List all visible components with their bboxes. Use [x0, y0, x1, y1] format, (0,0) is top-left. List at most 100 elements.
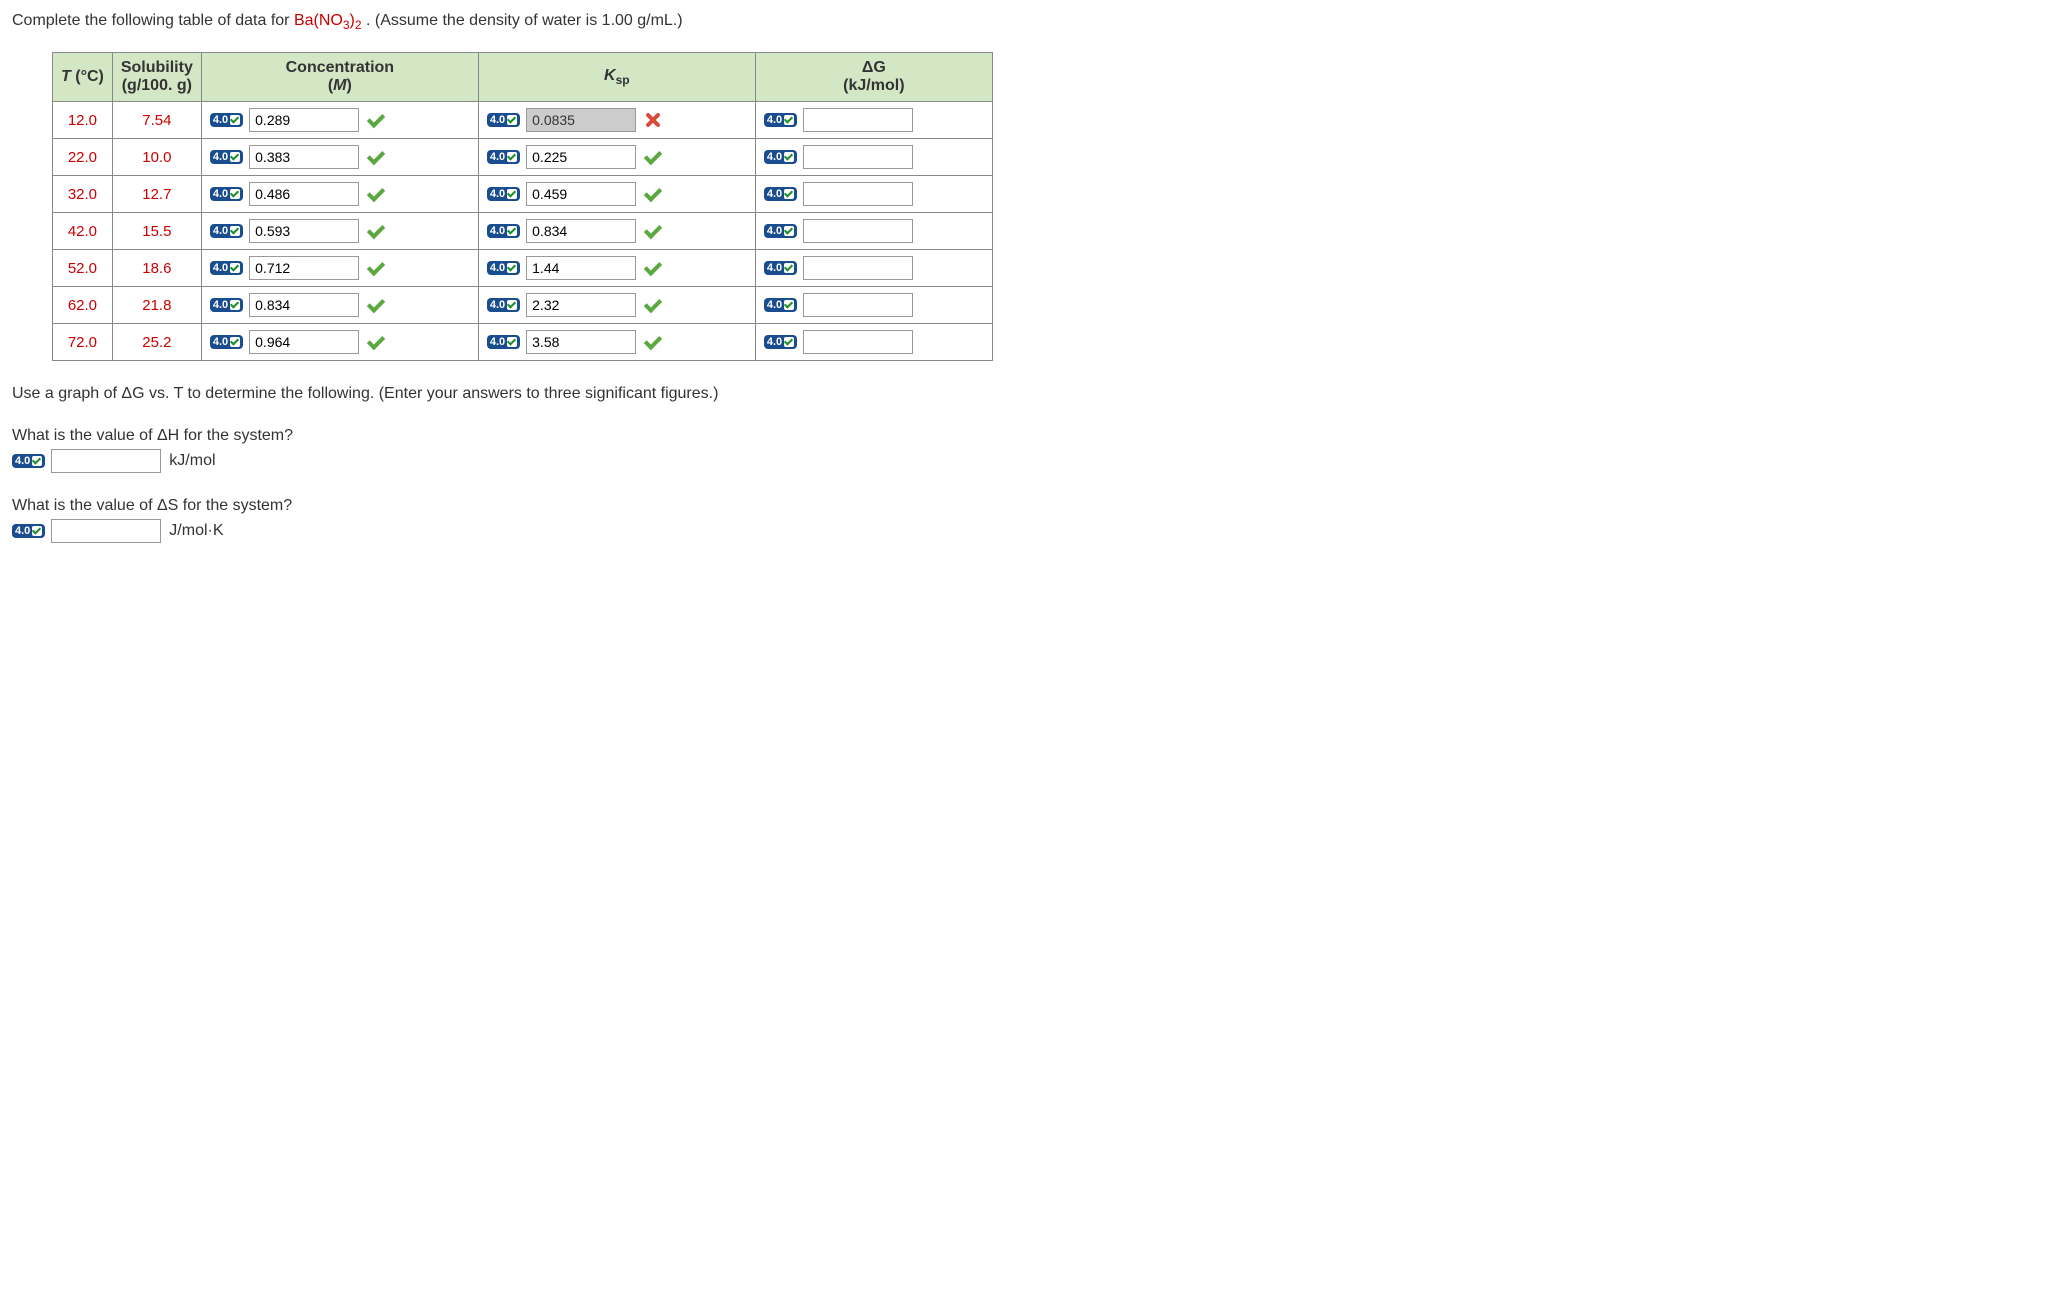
solubility-value: 15.5 — [112, 213, 201, 250]
table-row: 12.07.544.04.04.0 — [53, 102, 993, 139]
points-badge: 4.0 — [764, 187, 797, 201]
points-badge: 4.0 — [487, 224, 520, 238]
solubility-value: 25.2 — [112, 324, 201, 361]
concentration-input[interactable] — [249, 330, 359, 354]
temperature-value: 72.0 — [53, 324, 113, 361]
temperature-value: 42.0 — [53, 213, 113, 250]
ksp-input[interactable] — [526, 293, 636, 317]
ksp-cell: 4.0 — [478, 139, 755, 176]
solubility-value: 10.0 — [112, 139, 201, 176]
points-badge: 4.0 — [210, 150, 243, 164]
points-badge: 4.0 — [210, 113, 243, 127]
check-icon — [784, 152, 794, 162]
points-badge: 4.0 — [764, 335, 797, 349]
points-badge: 4.0 — [210, 224, 243, 238]
points-badge: 4.0 — [764, 298, 797, 312]
temperature-value: 32.0 — [53, 176, 113, 213]
delta-g-input[interactable] — [803, 293, 913, 317]
delta-g-cell: 4.0 — [755, 324, 992, 361]
check-icon — [230, 300, 240, 310]
delta-h-input[interactable] — [51, 449, 161, 473]
check-icon — [32, 526, 42, 536]
check-icon — [32, 456, 42, 466]
ksp-input[interactable] — [526, 330, 636, 354]
delta-s-input[interactable] — [51, 519, 161, 543]
points-badge: 4.0 — [487, 187, 520, 201]
header-solubility: Solubility (g/100. g) — [112, 53, 201, 102]
correct-icon — [365, 332, 385, 352]
check-icon — [507, 300, 517, 310]
concentration-input[interactable] — [249, 108, 359, 132]
delta-g-input[interactable] — [803, 219, 913, 243]
check-icon — [784, 226, 794, 236]
prompt-before: Complete the following table of data for — [12, 12, 294, 29]
points-badge: 4.0 — [487, 113, 520, 127]
delta-g-cell: 4.0 — [755, 102, 992, 139]
check-icon — [230, 337, 240, 347]
ksp-input[interactable] — [526, 256, 636, 280]
ksp-input[interactable] — [526, 182, 636, 206]
ksp-input[interactable] — [526, 145, 636, 169]
concentration-cell: 4.0 — [201, 176, 478, 213]
ksp-cell: 4.0 — [478, 250, 755, 287]
delta-g-input[interactable] — [803, 256, 913, 280]
correct-icon — [642, 332, 662, 352]
check-icon — [784, 115, 794, 125]
concentration-input[interactable] — [249, 293, 359, 317]
points-badge: 4.0 — [764, 150, 797, 164]
delta-g-cell: 4.0 — [755, 250, 992, 287]
check-icon — [784, 300, 794, 310]
check-icon — [784, 263, 794, 273]
points-badge: 4.0 — [764, 224, 797, 238]
concentration-input[interactable] — [249, 219, 359, 243]
correct-icon — [642, 184, 662, 204]
check-icon — [230, 189, 240, 199]
ksp-input[interactable] — [526, 108, 636, 132]
delta-h-unit: kJ/mol — [169, 452, 215, 470]
concentration-input[interactable] — [249, 145, 359, 169]
points-badge: 4.0 — [12, 454, 45, 468]
delta-g-cell: 4.0 — [755, 139, 992, 176]
check-icon — [784, 189, 794, 199]
temperature-value: 12.0 — [53, 102, 113, 139]
check-icon — [507, 263, 517, 273]
points-badge: 4.0 — [210, 261, 243, 275]
points-badge: 4.0 — [210, 187, 243, 201]
check-icon — [507, 337, 517, 347]
points-badge: 4.0 — [764, 261, 797, 275]
points-badge: 4.0 — [487, 298, 520, 312]
table-row: 22.010.04.04.04.0 — [53, 139, 993, 176]
header-delta-g: ΔG (kJ/mol) — [755, 53, 992, 102]
concentration-cell: 4.0 — [201, 287, 478, 324]
ksp-cell: 4.0 — [478, 176, 755, 213]
points-badge: 4.0 — [487, 150, 520, 164]
ksp-cell: 4.0 — [478, 102, 755, 139]
correct-icon — [365, 184, 385, 204]
check-icon — [230, 115, 240, 125]
correct-icon — [365, 295, 385, 315]
table-row: 62.021.84.04.04.0 — [53, 287, 993, 324]
concentration-cell: 4.0 — [201, 139, 478, 176]
check-icon — [507, 115, 517, 125]
points-badge: 4.0 — [210, 298, 243, 312]
graph-prompt: Use a graph of ΔG vs. T to determine the… — [12, 385, 2034, 403]
temperature-value: 52.0 — [53, 250, 113, 287]
concentration-cell: 4.0 — [201, 102, 478, 139]
prompt-after: . (Assume the density of water is 1.00 g… — [366, 12, 683, 29]
points-badge: 4.0 — [210, 335, 243, 349]
delta-g-input[interactable] — [803, 182, 913, 206]
delta-g-input[interactable] — [803, 330, 913, 354]
table-row: 72.025.24.04.04.0 — [53, 324, 993, 361]
delta-g-input[interactable] — [803, 145, 913, 169]
check-icon — [230, 263, 240, 273]
delta-g-input[interactable] — [803, 108, 913, 132]
temperature-value: 62.0 — [53, 287, 113, 324]
ksp-input[interactable] — [526, 219, 636, 243]
points-badge: 4.0 — [487, 261, 520, 275]
concentration-cell: 4.0 — [201, 213, 478, 250]
concentration-input[interactable] — [249, 182, 359, 206]
data-table: T (°C) Solubility (g/100. g) Concentrati… — [52, 52, 993, 361]
correct-icon — [642, 147, 662, 167]
header-ksp: Ksp — [478, 53, 755, 102]
concentration-input[interactable] — [249, 256, 359, 280]
